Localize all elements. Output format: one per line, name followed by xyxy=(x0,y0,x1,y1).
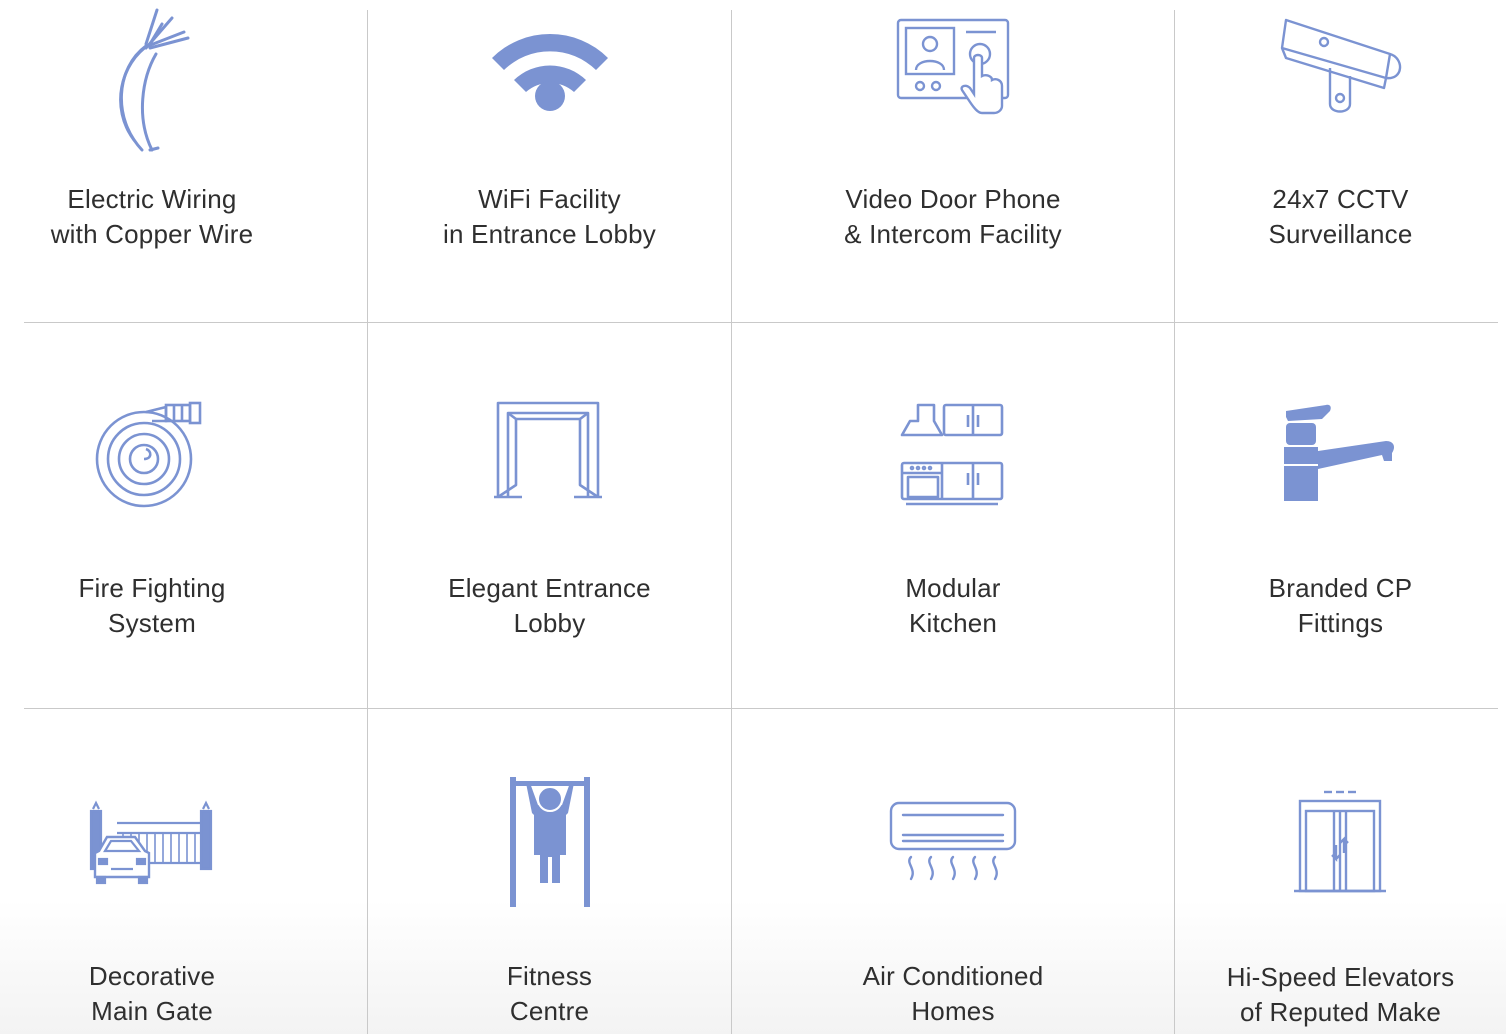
amenity-label-line1: Hi-Speed Elevators xyxy=(1226,962,1455,992)
amenities-grid: Electric Wiring with Copper Wire WiFi Fa… xyxy=(0,0,1506,1034)
amenity-label-line1: Elegant Entrance xyxy=(448,573,651,603)
amenity-label-line2: System xyxy=(108,608,196,638)
amenity-label-line1: WiFi Facility xyxy=(478,184,621,214)
amenity-modular-kitchen: Modular Kitchen xyxy=(732,323,1174,708)
entrance-doorway-icon xyxy=(493,401,606,501)
amenity-label-line1: 24x7 CCTV xyxy=(1272,184,1409,214)
amenity-label-line1: Video Door Phone xyxy=(845,184,1061,214)
main-gate-icon xyxy=(89,799,215,885)
elevator-icon xyxy=(1293,789,1388,895)
amenity-entrance-lobby: Elegant Entrance Lobby xyxy=(368,323,731,708)
amenity-label: Electric Wiring with Copper Wire xyxy=(0,182,304,252)
amenity-main-gate: Decorative Main Gate xyxy=(0,709,304,1034)
amenity-air-conditioned: Air Conditioned Homes xyxy=(732,709,1174,1034)
air-conditioner-icon xyxy=(889,801,1017,885)
amenity-label: Elegant Entrance Lobby xyxy=(368,571,731,641)
amenity-label-line2: in Entrance Lobby xyxy=(443,219,656,249)
copper-wire-icon xyxy=(102,8,202,158)
amenity-label-line2: Surveillance xyxy=(1268,219,1413,249)
amenity-elevators: Hi-Speed Elevators of Reputed Make xyxy=(1175,709,1506,1034)
amenity-label-line1: Branded CP xyxy=(1268,573,1413,603)
amenity-label-line2: Main Gate xyxy=(91,996,213,1026)
amenity-label: Decorative Main Gate xyxy=(0,959,304,1029)
amenity-label-line1: Fire Fighting xyxy=(78,573,226,603)
amenity-label-line2: of Reputed Make xyxy=(1239,997,1441,1027)
amenity-video-door-phone: Video Door Phone & Intercom Facility xyxy=(732,0,1174,322)
amenity-electric-wiring: Electric Wiring with Copper Wire xyxy=(0,0,304,322)
pull-up-bar-icon xyxy=(508,775,592,909)
amenity-cp-fittings: Branded CP Fittings xyxy=(1175,323,1506,708)
amenity-label-line2: Homes xyxy=(911,996,995,1026)
amenity-label-line1: Fitness xyxy=(506,961,593,991)
amenity-label: Fitness Centre xyxy=(368,959,731,1029)
amenity-fire-fighting: Fire Fighting System xyxy=(0,323,304,708)
amenity-label-line2: Kitchen xyxy=(908,608,998,638)
amenity-label-line2: with Copper Wire xyxy=(50,219,254,249)
amenity-label-line1: Air Conditioned xyxy=(862,961,1044,991)
amenity-wifi: WiFi Facility in Entrance Lobby xyxy=(368,0,731,322)
amenity-label-line1: Decorative xyxy=(88,961,216,991)
amenity-label: Video Door Phone & Intercom Facility xyxy=(732,182,1174,252)
wifi-icon xyxy=(486,18,614,113)
amenity-label: Air Conditioned Homes xyxy=(732,959,1174,1029)
faucet-icon xyxy=(1282,403,1400,503)
amenity-label-line2: & Intercom Facility xyxy=(844,219,1062,249)
amenity-cctv: 24x7 CCTV Surveillance xyxy=(1175,0,1506,322)
cctv-camera-icon xyxy=(1280,18,1402,114)
amenity-label: Hi-Speed Elevators of Reputed Make xyxy=(1175,960,1506,1030)
amenity-label-line2: Fittings xyxy=(1297,608,1384,638)
amenity-fitness-centre: Fitness Centre xyxy=(368,709,731,1034)
amenity-label: 24x7 CCTV Surveillance xyxy=(1175,182,1506,252)
amenity-label-line1: Electric Wiring xyxy=(67,184,237,214)
amenity-label: Modular Kitchen xyxy=(732,571,1174,641)
fire-hose-icon xyxy=(95,401,208,511)
amenity-label: WiFi Facility in Entrance Lobby xyxy=(368,182,731,252)
modular-kitchen-icon xyxy=(900,403,1006,507)
amenity-label-line1: Modular xyxy=(905,573,1001,603)
amenity-label: Fire Fighting System xyxy=(0,571,304,641)
amenity-label-line2: Lobby xyxy=(513,608,586,638)
amenity-label-line2: Centre xyxy=(509,996,590,1026)
video-door-phone-icon xyxy=(896,18,1010,115)
amenity-label: Branded CP Fittings xyxy=(1175,571,1506,641)
